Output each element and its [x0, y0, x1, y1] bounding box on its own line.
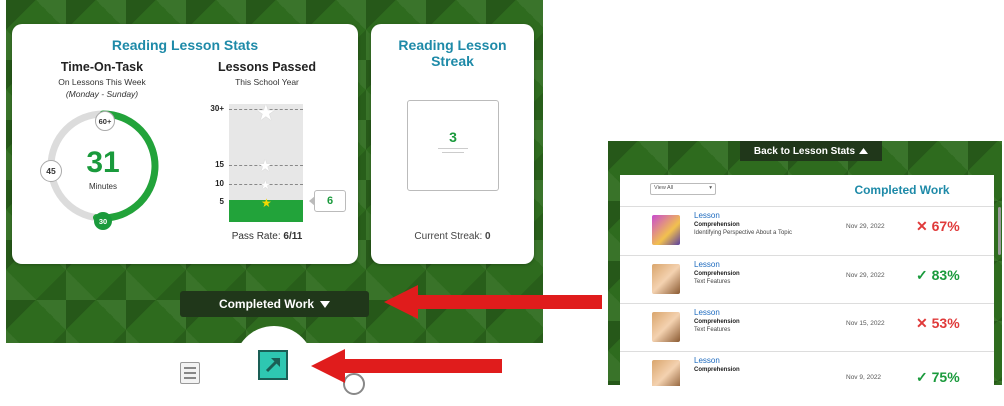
- lesson-thumbnail: [652, 215, 680, 245]
- completed-work-row[interactable]: Lesson Comprehension Text Features Nov 1…: [620, 303, 994, 350]
- row-topic: Identifying Perspective About a Topic: [694, 230, 792, 236]
- chevron-down-icon: ▾: [709, 185, 712, 191]
- row-topic: Text Features: [694, 279, 731, 285]
- completed-work-row[interactable]: Lesson Comprehension Nov 9, 2022 ✓ 75%: [620, 351, 994, 386]
- x-mark-icon: ✕: [916, 315, 928, 331]
- checklist-icon[interactable]: [180, 362, 200, 384]
- back-to-lesson-stats-button[interactable]: Back to Lesson Stats: [740, 141, 882, 161]
- row-topic: Text Features: [694, 327, 731, 333]
- row-date: Nov 15, 2022: [846, 320, 885, 327]
- row-subject: Comprehension: [694, 271, 740, 277]
- lesson-thumbnail: [652, 360, 680, 386]
- row-type[interactable]: Lesson: [694, 356, 720, 365]
- goal-badge: 60+: [95, 111, 115, 131]
- lesson-thumbnail: [652, 264, 680, 294]
- row-subject: Comprehension: [694, 319, 740, 325]
- streak-calendar-box: 3: [407, 100, 499, 191]
- lessons-passed-heading: Lessons Passed: [218, 60, 316, 74]
- star-icon: ★: [256, 100, 276, 125]
- annotation-arrow-body: [344, 359, 502, 373]
- annotation-arrow-head: [311, 349, 345, 383]
- mid-badge: 45: [40, 160, 62, 182]
- check-mark-icon: ✓: [916, 369, 928, 385]
- row-score: ✓ 83%: [916, 267, 960, 284]
- x-mark-icon: ✕: [916, 218, 928, 234]
- time-on-task-subheading: On Lessons This Week: [58, 77, 146, 87]
- annotation-arrow-head: [384, 285, 418, 319]
- row-score-value: 83%: [931, 267, 960, 283]
- tick-label: 5: [219, 197, 224, 206]
- current-streak-value: 0: [485, 231, 491, 242]
- row-score: ✓ 75%: [916, 369, 960, 386]
- time-on-task-range: (Monday - Sunday): [65, 89, 139, 99]
- current-streak: Current Streak: 0: [371, 231, 534, 242]
- lessons-passed-value: 6: [309, 190, 346, 212]
- stats-card-title: Reading Lesson Stats: [111, 37, 259, 53]
- star-icon: ★: [260, 178, 271, 192]
- time-on-task-unit: Minutes: [88, 182, 117, 191]
- lessons-passed-subheading: This School Year: [235, 77, 299, 87]
- row-date: Nov 29, 2022: [846, 272, 885, 279]
- streak-caption-line: [442, 152, 464, 153]
- completed-work-row[interactable]: Lesson Comprehension Identifying Perspec…: [620, 206, 994, 253]
- view-filter-select[interactable]: View All ▾: [650, 183, 716, 195]
- completed-work-button[interactable]: Completed Work: [180, 291, 369, 317]
- annotation-arrow-body: [416, 295, 602, 309]
- panel-scrollbar[interactable]: [998, 207, 1001, 255]
- row-type[interactable]: Lesson: [694, 211, 720, 220]
- row-score: ✕ 53%: [916, 315, 960, 332]
- star-icon: ★: [258, 158, 273, 175]
- current-badge: 30: [94, 212, 112, 230]
- current-streak-label: Current Streak:: [414, 231, 483, 242]
- circle-icon[interactable]: [343, 373, 365, 395]
- row-score-value: 53%: [931, 315, 960, 331]
- row-score-value: 67%: [931, 218, 960, 234]
- pass-rate: Pass Rate: 6/11: [205, 231, 329, 242]
- row-subject: Comprehension: [694, 367, 740, 373]
- row-date: Nov 29, 2022: [846, 223, 885, 230]
- row-type[interactable]: Lesson: [694, 308, 720, 317]
- streak-card-title: Reading Lesson Streak: [371, 37, 534, 69]
- time-on-task-value: 31: [86, 146, 120, 179]
- tick-label: 10: [215, 179, 224, 188]
- back-button-label: Back to Lesson Stats: [753, 145, 856, 157]
- streak-value: 3: [449, 129, 457, 145]
- completed-work-title: Completed Work: [854, 183, 950, 197]
- row-date: Nov 9, 2022: [846, 374, 882, 381]
- row-type[interactable]: Lesson: [694, 260, 720, 269]
- caret-up-icon: [859, 148, 869, 154]
- streak-title-line1: Reading Lesson: [398, 37, 507, 53]
- completed-work-label: Completed Work: [218, 297, 315, 311]
- view-filter-value: View All: [654, 185, 674, 191]
- tick-label: 30+: [210, 104, 224, 113]
- lesson-arrow-icon[interactable]: [258, 350, 288, 380]
- pass-rate-value: 6/11: [283, 231, 303, 242]
- row-subject: Comprehension: [694, 222, 740, 228]
- lesson-thumbnail: [652, 312, 680, 342]
- completed-work-row[interactable]: Lesson Comprehension Text Features Nov 2…: [620, 255, 994, 302]
- time-on-task-heading: Time-On-Task: [60, 60, 144, 74]
- streak-title-line2: Streak: [431, 53, 474, 69]
- check-mark-icon: ✓: [916, 267, 928, 283]
- row-score: ✕ 67%: [916, 218, 960, 235]
- row-score-value: 75%: [931, 369, 960, 385]
- streak-caption-line: [438, 148, 468, 149]
- tick-label: 15: [215, 160, 224, 169]
- pass-rate-label: Pass Rate:: [231, 231, 281, 242]
- caret-down-icon: [320, 300, 331, 308]
- star-icon: ★: [261, 196, 272, 210]
